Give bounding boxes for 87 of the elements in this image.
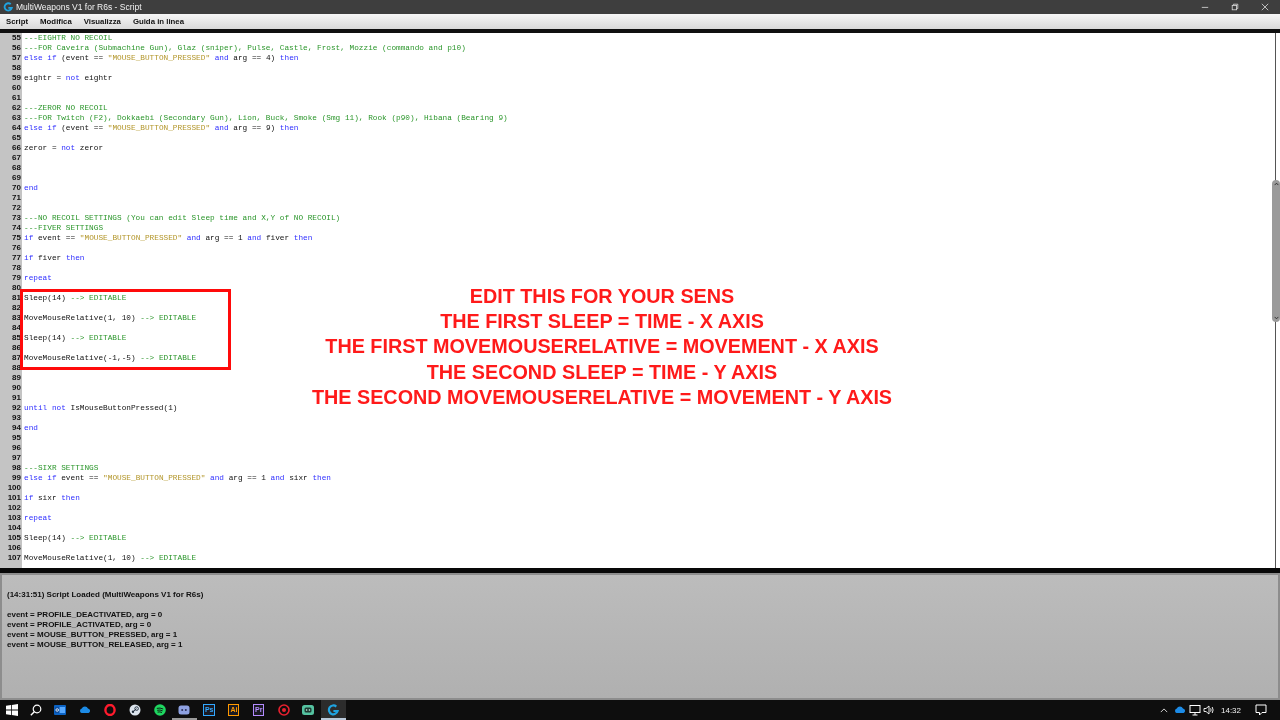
notification-icon[interactable] <box>1255 704 1267 716</box>
line-number: 66 <box>11 143 21 153</box>
line-number: 79 <box>11 273 21 283</box>
line-number: 58 <box>11 63 21 73</box>
taskbar-button[interactable] <box>320 700 346 720</box>
line-number: 64 <box>11 123 21 133</box>
line-number: 93 <box>11 413 21 423</box>
waves-disc-icon <box>153 704 166 716</box>
logo-icon <box>327 704 340 716</box>
wheel-icon <box>128 704 141 716</box>
console-line: event = PROFILE_DEACTIVATED, arg = 0 <box>7 610 164 620</box>
line-number: 63 <box>11 113 21 123</box>
line-number: 94 <box>11 423 21 433</box>
line-number: 92 <box>11 403 21 413</box>
line-number: 87 <box>11 353 21 363</box>
console-line: event = MOUSE_BUTTON_RELEASED, arg = 1 <box>7 640 184 650</box>
chevron-up-icon[interactable] <box>1160 707 1168 713</box>
line-number: 107 <box>6 553 21 563</box>
close-icon <box>1261 3 1269 11</box>
line-number: 78 <box>11 263 21 273</box>
line-number: 82 <box>11 303 21 313</box>
line-number: 71 <box>11 193 21 203</box>
line-number: 95 <box>11 433 21 443</box>
line-number: 84 <box>11 323 21 333</box>
network-icon[interactable] <box>1189 704 1201 716</box>
line-number: 81 <box>11 293 21 303</box>
line-number: 103 <box>6 513 21 523</box>
line-number: 68 <box>11 163 21 173</box>
console-line: (14:31:51) Script Loaded (MultiWeapons V1 for R6s) <box>7 590 205 600</box>
annotation-text: THE SECOND MOVEMOUSERELATIVE = MOVEMENT - Y AXIS <box>311 384 893 410</box>
line-number: 75 <box>11 233 21 243</box>
annotation-text: THE FIRST MOVEMOUSERELATIVE = MOVEMENT - X AXIS <box>325 334 879 360</box>
restore-icon <box>1231 3 1239 11</box>
line-number: 90 <box>11 383 21 393</box>
chevron-down-icon <box>1273 316 1279 320</box>
target-icon <box>277 704 290 716</box>
line-number: 61 <box>11 93 21 103</box>
line-number: 55 <box>11 33 21 43</box>
line-number: 98 <box>11 463 21 473</box>
line-number: 77 <box>11 253 21 263</box>
speaker-icon[interactable] <box>1203 704 1215 716</box>
line-number: 101 <box>6 493 21 503</box>
line-number: 57 <box>11 53 21 63</box>
line-number: 65 <box>11 133 21 143</box>
console-line: event = PROFILE_ACTIVATED, arg = 0 <box>7 620 153 630</box>
line-number: 88 <box>11 363 21 373</box>
annotation-text: EDIT THIS FOR YOUR SENS <box>469 284 735 309</box>
line-number: 105 <box>6 533 21 543</box>
line-number: 72 <box>11 203 21 213</box>
line-number: 104 <box>6 523 21 533</box>
line-number: 91 <box>11 393 21 403</box>
line-number: 97 <box>11 453 21 463</box>
chat-icon <box>302 704 315 716</box>
chevron-up-icon <box>1273 182 1279 186</box>
line-number: 80 <box>11 283 21 293</box>
start-menu-icon[interactable] <box>6 704 18 716</box>
line-number: 76 <box>11 243 21 253</box>
line-number: 89 <box>11 373 21 383</box>
line-number: 69 <box>11 173 21 183</box>
console-line: event = MOUSE_BUTTON_PRESSED, arg = 1 <box>7 630 179 640</box>
line-number: 106 <box>6 543 21 553</box>
annotation-text: THE FIRST SLEEP = TIME - X AXIS <box>440 309 764 335</box>
annotation-text: THE SECOND SLEEP = TIME - Y AXIS <box>426 359 778 385</box>
line-number: 73 <box>11 213 21 223</box>
line-number: 56 <box>11 43 21 53</box>
logo-icon <box>3 2 13 12</box>
ring-icon <box>104 704 116 716</box>
line-number: 59 <box>11 73 21 83</box>
line-number: 86 <box>11 343 21 353</box>
line-number: 83 <box>11 313 21 323</box>
line-number: 67 <box>11 153 21 163</box>
clock[interactable]: 14:32 <box>1216 700 1246 720</box>
line-number: 62 <box>11 103 21 113</box>
gamepad-icon <box>178 704 191 716</box>
line-number: 102 <box>6 503 21 513</box>
cloud-icon[interactable] <box>1174 704 1186 716</box>
mail-icon <box>54 704 67 716</box>
line-number: 96 <box>11 443 21 453</box>
line-number: 74 <box>11 223 21 233</box>
line-number: 100 <box>6 483 21 493</box>
line-number: 60 <box>11 83 21 93</box>
line-number: 70 <box>11 183 21 193</box>
window-title: MultiWeapons V1 for R6s - Script <box>16 2 142 12</box>
search-icon[interactable] <box>30 704 42 716</box>
cloud-icon <box>79 704 92 716</box>
scrollbar-thumb[interactable] <box>1272 180 1280 322</box>
line-number: 99 <box>11 473 21 483</box>
